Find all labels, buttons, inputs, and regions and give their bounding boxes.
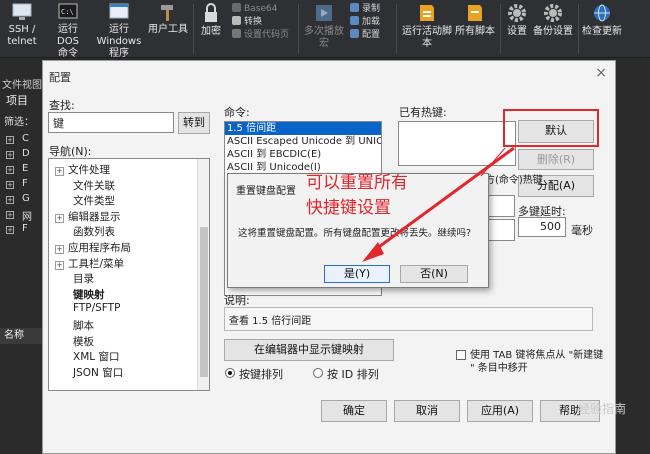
annotation-arrow-layer [362,146,515,262]
annotation-pointer-line [480,147,506,177]
watermark-text: 经验指南 [578,402,627,416]
annotation-arrow-line [371,146,515,254]
